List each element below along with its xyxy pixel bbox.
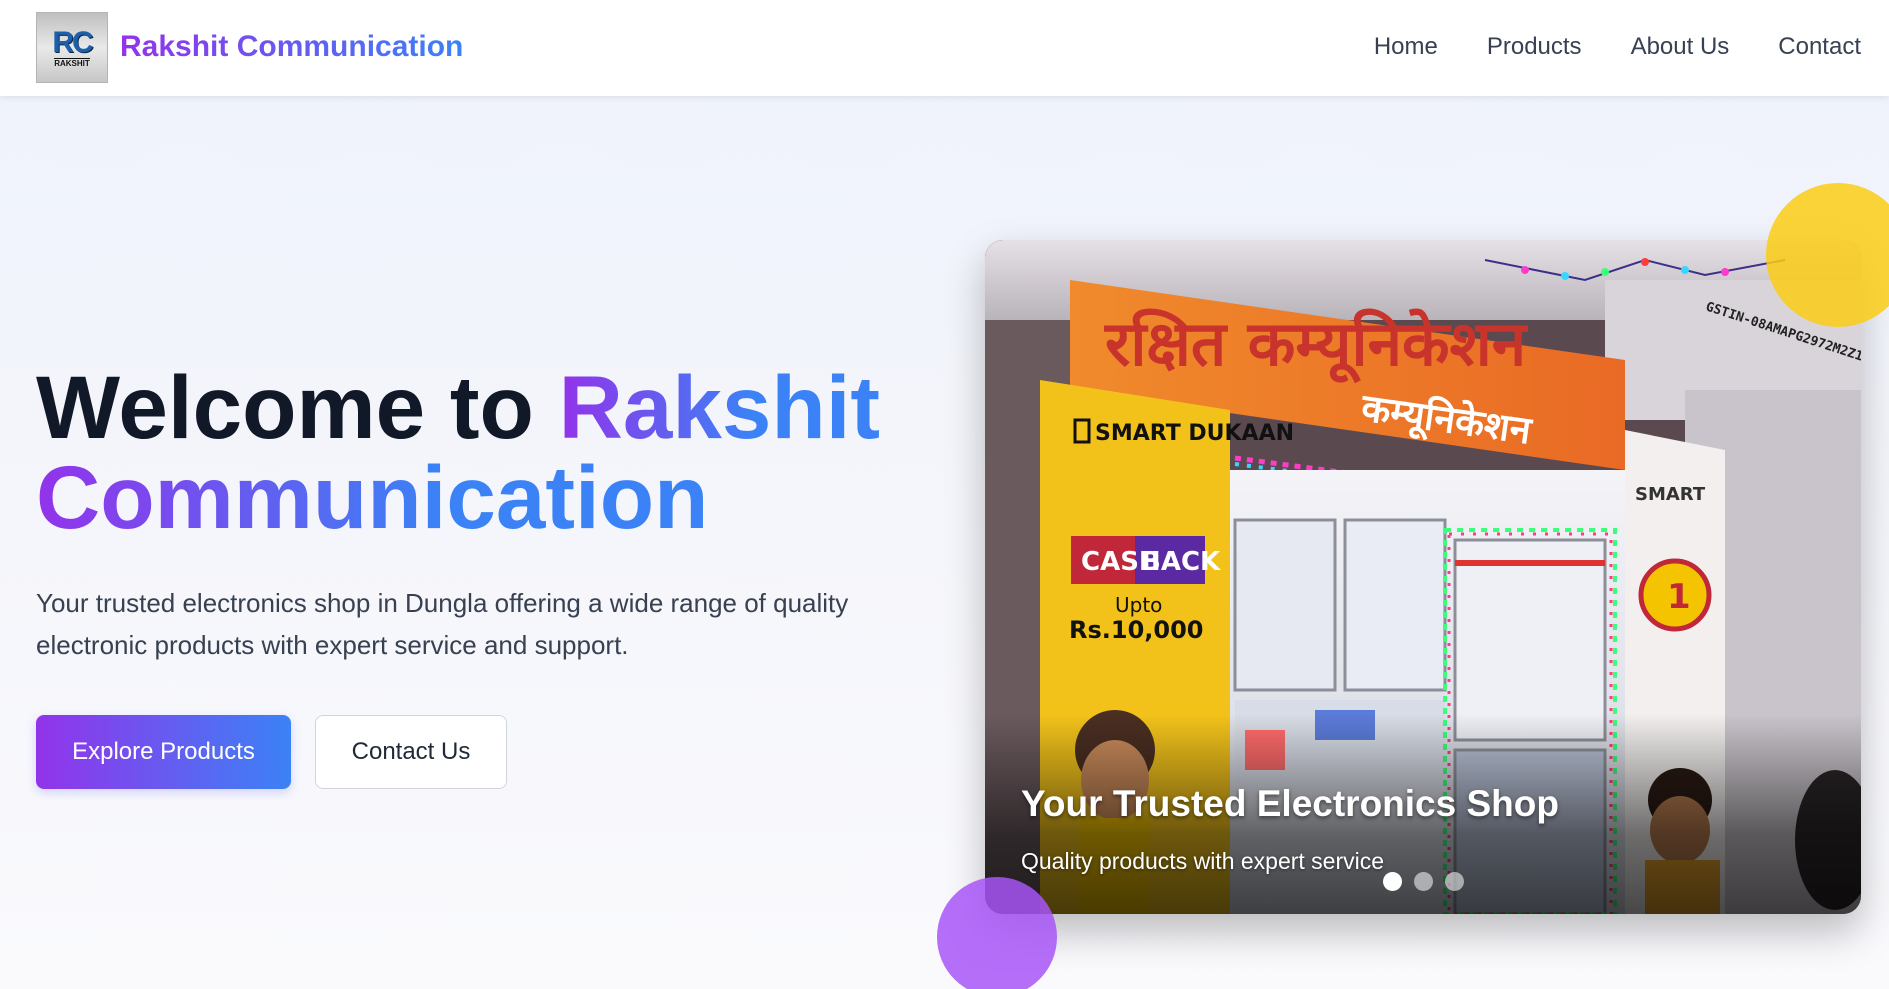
carousel-dot-2[interactable] (1414, 872, 1433, 891)
hero-title: Welcome to Rakshit Communication (36, 362, 936, 542)
explore-products-button[interactable]: Explore Products (36, 715, 291, 789)
carousel-dots (1383, 872, 1464, 891)
upto-text: Upto (1115, 593, 1162, 617)
back-text: BACK (1141, 547, 1221, 577)
nav-about-us[interactable]: About Us (1631, 33, 1730, 61)
smart-dukaan-right-text: SMART (1635, 484, 1706, 505)
main-nav: Home Products About Us Contact (1374, 33, 1861, 61)
nav-home[interactable]: Home (1374, 33, 1438, 61)
svg-text:1: 1 (1667, 577, 1691, 617)
hero-title-prefix: Welcome to (36, 357, 534, 457)
logo-mark: RC (52, 25, 93, 59)
brand-logo[interactable]: RC RAKSHIT (36, 12, 108, 83)
hero-subtitle: Your trusted electronics shop in Dungla … (36, 588, 849, 660)
brand-name[interactable]: Rakshit Communication (120, 30, 463, 64)
carousel-dot-1[interactable] (1383, 872, 1402, 891)
logo-subtext: RAKSHIT (54, 57, 90, 68)
nav-products[interactable]: Products (1487, 33, 1582, 61)
decorative-purple-circle (937, 877, 1057, 989)
cashback-amount-text: Rs.10,000 (1069, 616, 1204, 644)
contact-us-button[interactable]: Contact Us (315, 715, 507, 789)
slide-description: Quality products with expert service (1021, 848, 1385, 874)
hero-title-highlight-rakshit: Rakshit (558, 357, 881, 457)
hero-title-highlight-communication: Communication (36, 447, 709, 547)
slide-title: Your Trusted Electronics Shop (1021, 783, 1559, 824)
carousel-dot-3[interactable] (1445, 872, 1464, 891)
nav-contact[interactable]: Contact (1778, 33, 1861, 61)
smart-dukaan-text: SMART DUKAAN (1095, 421, 1294, 446)
hero-carousel[interactable]: रक्षित कम्यूनिकेशन कम्यूनिकेशन SMART DUK… (985, 240, 1861, 914)
site-header: RC RAKSHIT Rakshit Communication Home Pr… (0, 0, 1889, 96)
shop-sign-text-left: रक्षित कम्यूनिकेशन (1104, 307, 1529, 384)
